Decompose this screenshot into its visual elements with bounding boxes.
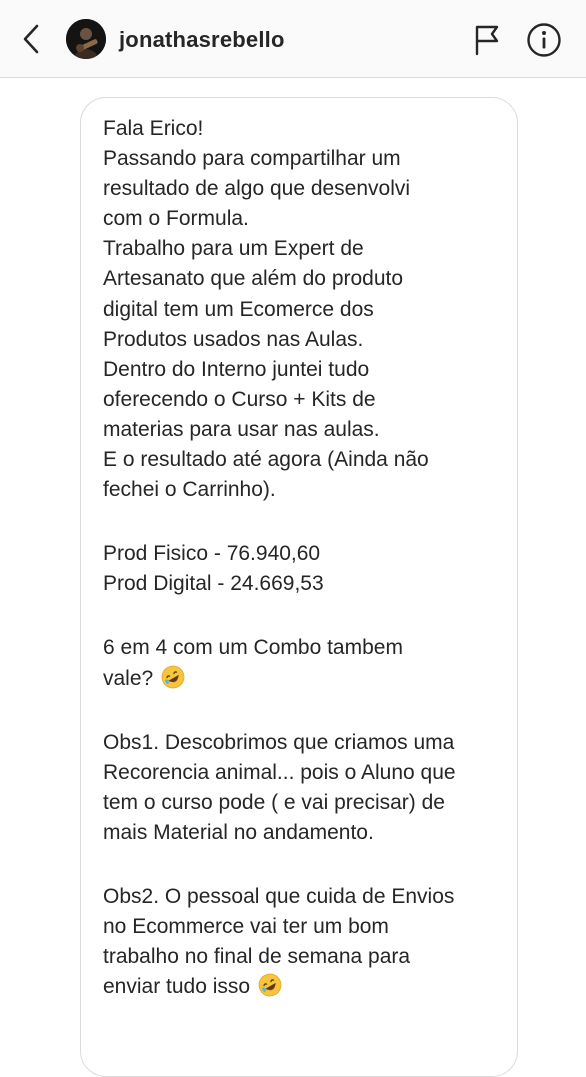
message-line: Obs1. Descobrimos que criamos uma xyxy=(103,730,455,754)
message-line: E o resultado até agora (Ainda não xyxy=(103,448,429,472)
message-line: 6 em 4 com um Combo tambem xyxy=(103,636,403,660)
message-line: Produtos usados nas Aulas. xyxy=(103,327,364,351)
message-line: materias para usar nas aulas. xyxy=(103,417,380,441)
message-paragraph: Obs2. O pessoal que cuida de Envios no E… xyxy=(103,882,508,1002)
message-line: fechei o Carrinho). xyxy=(103,478,276,502)
message-paragraph: Obs1. Descobrimos que criamos uma Recore… xyxy=(103,728,508,848)
rolling-laughing-emoji-icon xyxy=(258,973,282,997)
message-line: com o Formula. xyxy=(103,207,249,231)
message-line: tem o curso pode ( e vai precisar) de xyxy=(103,790,445,814)
message-paragraph: Prod Fisico - 76.940,60 Prod Digital - 2… xyxy=(103,539,508,599)
message-line: Fala Erico! xyxy=(103,117,204,140)
chevron-left-icon xyxy=(23,24,39,54)
message-line: Prod Fisico - 76.940,60 xyxy=(103,542,321,566)
message-line: Dentro do Interno juntei tudo xyxy=(103,357,370,381)
info-icon xyxy=(527,23,561,57)
message-line: Prod Digital - 24.669,53 xyxy=(103,572,324,596)
message-line: Trabalho para um Expert de xyxy=(103,237,364,261)
info-button[interactable] xyxy=(525,21,563,59)
message-line: Recorencia animal... pois o Aluno que xyxy=(103,760,456,784)
message-line: mais Material no andamento. xyxy=(103,820,374,844)
message-line: oferecendo o Curso + Kits de xyxy=(103,387,376,411)
message-line-with-emoji: vale? xyxy=(103,664,508,694)
message-line: vale? xyxy=(103,666,154,690)
message-line: resultado de algo que desenvolvi xyxy=(103,177,411,201)
avatar[interactable] xyxy=(66,19,106,59)
message-paragraph: Fala Erico! Passando para compartilhar u… xyxy=(103,114,508,505)
message-line: Passando para compartilhar um xyxy=(103,147,401,171)
message-line: Artesanato que além do produto xyxy=(103,267,404,291)
back-button[interactable] xyxy=(18,22,46,56)
flag-icon xyxy=(475,25,499,56)
message-line: trabalho no final de semana para xyxy=(103,945,411,969)
avatar-image xyxy=(66,19,106,59)
rolling-laughing-emoji-icon xyxy=(161,665,185,688)
chat-header: jonathasrebello xyxy=(0,0,586,78)
message-line: enviar tudo isso xyxy=(103,975,251,999)
chat-username[interactable]: jonathasrebello xyxy=(119,27,285,53)
message-text: Fala Erico! Passando para compartilhar u… xyxy=(103,114,508,1002)
message-line: Obs2. O pessoal que cuida de Envios xyxy=(103,884,455,908)
message-line-with-emoji: enviar tudo isso xyxy=(103,972,508,1002)
message-line: digital tem um Ecomerce dos xyxy=(103,297,374,321)
message-paragraph: 6 em 4 com um Combo tambem vale? xyxy=(103,633,508,693)
report-button[interactable] xyxy=(470,22,504,58)
message-line: no Ecommerce vai ter um bom xyxy=(103,915,389,939)
